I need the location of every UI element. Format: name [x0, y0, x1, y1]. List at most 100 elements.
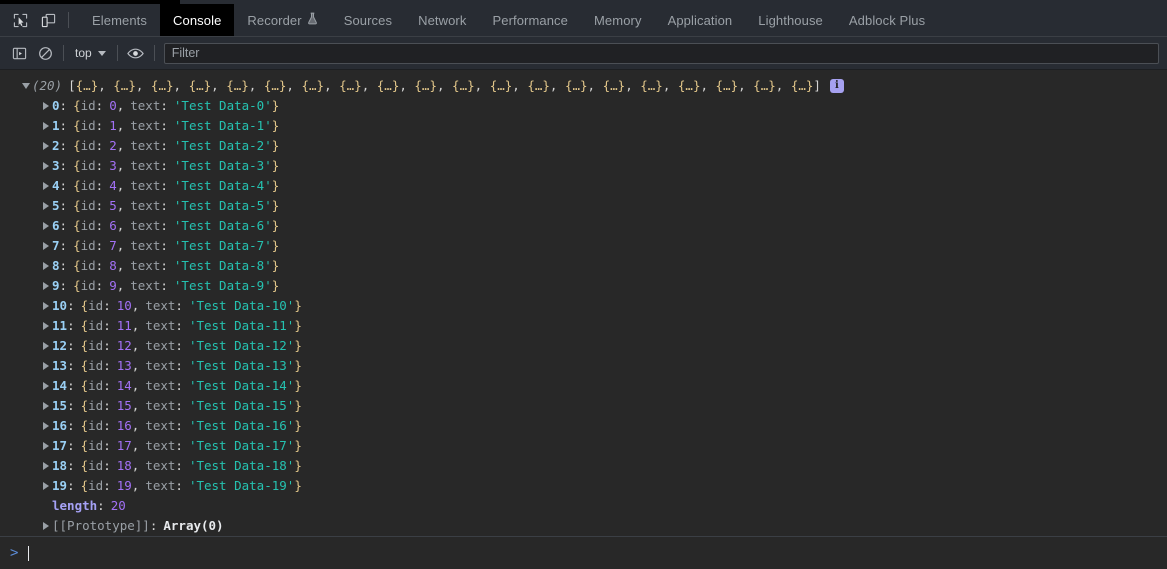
object-colon: :: [160, 118, 168, 133]
array-item-row[interactable]: 6: {id: 6, text: 'Test Data-6'}: [0, 216, 1167, 236]
expand-triangle-right-icon[interactable]: [40, 436, 52, 456]
expand-triangle-right-icon[interactable]: [40, 456, 52, 476]
expand-triangle-right-icon[interactable]: [40, 296, 52, 316]
tab-elements[interactable]: Elements: [79, 4, 160, 36]
array-item-row[interactable]: 13: {id: 13, text: 'Test Data-13'}: [0, 356, 1167, 376]
tab-network[interactable]: Network: [405, 4, 479, 36]
execution-context-selector[interactable]: top: [69, 44, 112, 62]
array-item-row[interactable]: 8: {id: 8, text: 'Test Data-8'}: [0, 256, 1167, 276]
console-prompt[interactable]: >: [0, 537, 1167, 569]
object-key-text: text: [130, 118, 161, 133]
array-item-index: 3: [52, 158, 60, 173]
object-value-text: 'Test Data-8': [173, 258, 272, 273]
tab-label: Adblock Plus: [848, 12, 926, 28]
expand-triangle-right-icon[interactable]: [40, 176, 52, 196]
object-comma: ,: [131, 398, 140, 413]
expand-triangle-right-icon[interactable]: [40, 476, 52, 496]
array-item-row[interactable]: 14: {id: 14, text: 'Test Data-14'}: [0, 376, 1167, 396]
array-item-index: 6: [52, 218, 60, 233]
tab-application[interactable]: Application: [655, 4, 746, 36]
expand-triangle-right-icon[interactable]: [40, 316, 52, 336]
array-preview-item: {…}: [188, 78, 212, 93]
array-item-row[interactable]: 17: {id: 17, text: 'Test Data-17'}: [0, 436, 1167, 456]
object-colon: :: [103, 338, 111, 353]
array-item-index: 15: [52, 398, 68, 413]
expand-triangle-right-icon[interactable]: [40, 256, 52, 276]
expand-triangle-right-icon[interactable]: [40, 216, 52, 236]
console-filter-input[interactable]: Filter: [163, 42, 1159, 64]
tab-label: Network: [418, 12, 467, 28]
array-item-row[interactable]: 16: {id: 16, text: 'Test Data-16'}: [0, 416, 1167, 436]
array-preview-separator: ,: [474, 78, 490, 93]
tab-performance[interactable]: Performance: [479, 4, 581, 36]
device-toolbar-icon[interactable]: [34, 6, 62, 34]
array-item-row[interactable]: 9: {id: 9, text: 'Test Data-9'}: [0, 276, 1167, 296]
object-colon: :: [95, 138, 104, 153]
array-item-row[interactable]: 11: {id: 11, text: 'Test Data-11'}: [0, 316, 1167, 336]
expand-triangle-right-icon[interactable]: [40, 416, 52, 436]
object-comma: ,: [131, 458, 140, 473]
array-item-row[interactable]: 10: {id: 10, text: 'Test Data-10'}: [0, 296, 1167, 316]
array-preview-item: {…}: [226, 78, 249, 93]
expand-triangle-down-icon[interactable]: [20, 76, 32, 96]
tab-console[interactable]: Console: [160, 4, 235, 36]
console-message-array-header[interactable]: (20) [ {…}, {…}, {…}, {…}, {…}, {…}, {…}…: [0, 76, 1167, 96]
inspect-element-icon[interactable]: [6, 6, 34, 34]
object-colon: :: [103, 398, 111, 413]
object-colon: :: [103, 378, 111, 393]
create-live-expression-icon[interactable]: [123, 41, 149, 65]
object-key-text: text: [145, 318, 176, 333]
object-open-brace: {: [80, 338, 89, 353]
expand-triangle-right-icon[interactable]: [40, 96, 52, 116]
expand-triangle-right-icon[interactable]: [40, 396, 52, 416]
array-item-row[interactable]: 4: {id: 4, text: 'Test Data-4'}: [0, 176, 1167, 196]
tabbar-divider: [68, 12, 69, 28]
toolbar-divider: [63, 45, 64, 61]
tab-lighthouse[interactable]: Lighthouse: [745, 4, 836, 36]
array-item-colon: :: [67, 378, 75, 393]
object-close-brace: }: [294, 358, 302, 373]
object-colon: :: [103, 318, 111, 333]
array-item-row[interactable]: 3: {id: 3, text: 'Test Data-3'}: [0, 156, 1167, 176]
object-colon: :: [103, 438, 111, 453]
array-item-row[interactable]: 2: {id: 2, text: 'Test Data-2'}: [0, 136, 1167, 156]
expand-triangle-right-icon[interactable]: [40, 236, 52, 256]
object-key-text: text: [130, 198, 161, 213]
expand-triangle-right-icon[interactable]: [40, 196, 52, 216]
info-badge[interactable]: i: [829, 79, 844, 93]
expand-triangle-right-icon[interactable]: [40, 116, 52, 136]
tab-adblock-plus[interactable]: Adblock Plus: [836, 4, 938, 36]
array-item-row[interactable]: 12: {id: 12, text: 'Test Data-12'}: [0, 336, 1167, 356]
expand-triangle-right-icon[interactable]: [40, 356, 52, 376]
tab-memory[interactable]: Memory: [581, 4, 655, 36]
array-preview-separator: ,: [549, 78, 565, 93]
array-prototype-row[interactable]: [[Prototype]] : Array(0): [0, 516, 1167, 536]
object-key-text: text: [130, 218, 161, 233]
show-console-sidebar-icon[interactable]: [6, 41, 32, 65]
expand-triangle-right-icon[interactable]: [40, 276, 52, 296]
tab-recorder[interactable]: Recorder: [234, 4, 330, 36]
array-item-row[interactable]: 1: {id: 1, text: 'Test Data-1'}: [0, 116, 1167, 136]
array-item-row[interactable]: 5: {id: 5, text: 'Test Data-5'}: [0, 196, 1167, 216]
expand-triangle-right-icon[interactable]: [40, 336, 52, 356]
console-toolbar: top Filter: [0, 37, 1167, 70]
object-comma: ,: [131, 478, 140, 493]
array-item-row[interactable]: 15: {id: 15, text: 'Test Data-15'}: [0, 396, 1167, 416]
tab-label: Recorder: [247, 12, 302, 28]
object-value-text: 'Test Data-14': [188, 378, 295, 393]
expand-triangle-right-icon[interactable]: [40, 516, 52, 536]
object-value-id: 16: [116, 418, 132, 433]
clear-console-icon[interactable]: [32, 41, 58, 65]
object-colon: :: [95, 258, 104, 273]
object-close-brace: }: [294, 398, 302, 413]
expand-triangle-right-icon[interactable]: [40, 136, 52, 156]
array-item-row[interactable]: 19: {id: 19, text: 'Test Data-19'}: [0, 476, 1167, 496]
expand-triangle-right-icon[interactable]: [40, 156, 52, 176]
array-item-row[interactable]: 18: {id: 18, text: 'Test Data-18'}: [0, 456, 1167, 476]
array-item-row[interactable]: 7: {id: 7, text: 'Test Data-7'}: [0, 236, 1167, 256]
array-item-colon: :: [67, 398, 75, 413]
tab-sources[interactable]: Sources: [331, 4, 405, 36]
object-colon: :: [175, 438, 183, 453]
array-item-row[interactable]: 0: {id: 0, text: 'Test Data-0'}: [0, 96, 1167, 116]
expand-triangle-right-icon[interactable]: [40, 376, 52, 396]
